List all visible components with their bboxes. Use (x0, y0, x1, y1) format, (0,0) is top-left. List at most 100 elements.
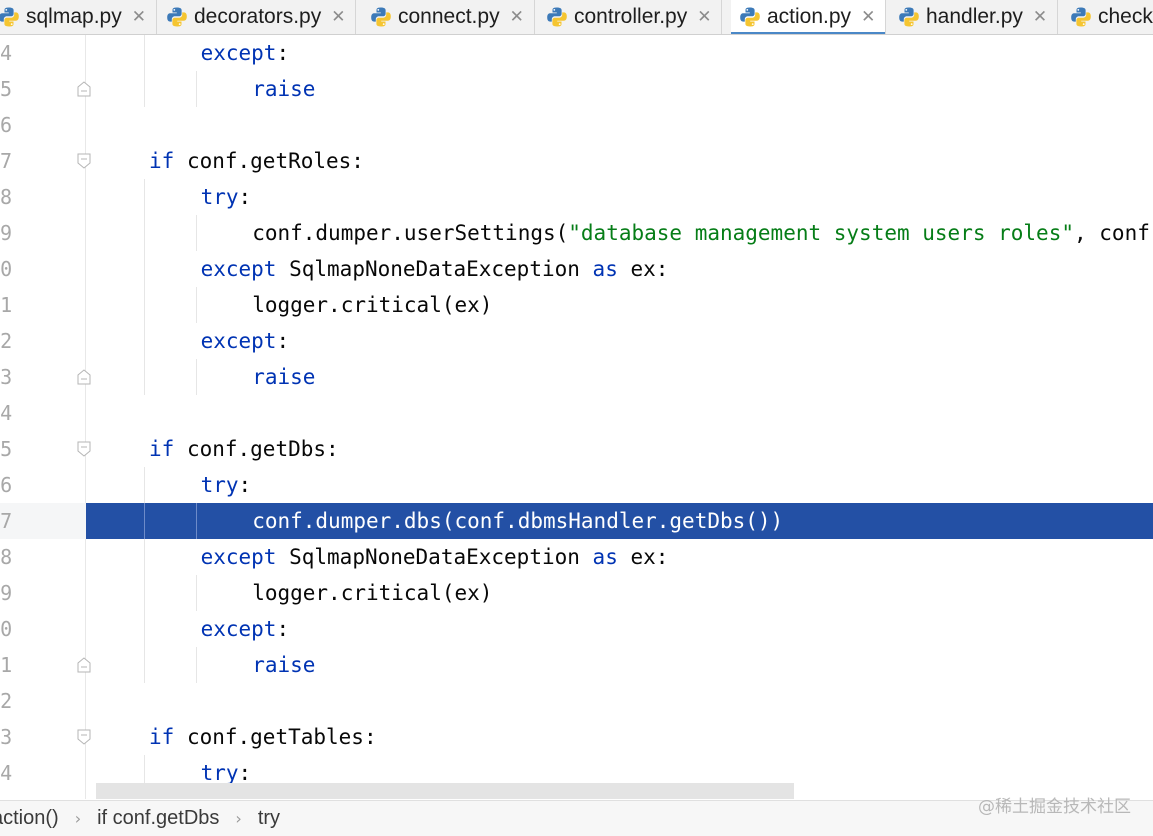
code-text: raise (252, 647, 315, 683)
code-line[interactable]: 105 if conf.getDbs: (0, 431, 1153, 467)
watermark: @稀土掘金技术社区 (978, 797, 1131, 817)
line-number: 110 (0, 617, 13, 641)
code-token: logger.critical(ex) (252, 581, 493, 605)
code-text: raise (252, 71, 315, 107)
editor-tab-sqlmap-py[interactable]: sqlmap.py ✕ (0, 0, 157, 34)
editor-tab-handler-py[interactable]: handler.py ✕ (890, 0, 1059, 34)
indent-guide (144, 215, 145, 251)
indent-guide (144, 179, 145, 215)
code-line[interactable]: 101 logger.critical(ex) (0, 287, 1153, 323)
breadcrumb-item[interactable]: action() (0, 807, 59, 830)
code-line[interactable]: 113 if conf.getTables: (0, 719, 1153, 755)
code-token: conf.dumper.dbs(conf.dbmsHandler.getDbs(… (252, 509, 784, 533)
code-text: if conf.getTables: (149, 719, 377, 755)
code-line[interactable]: 110 except: (0, 611, 1153, 647)
tab-label: checks.py (1098, 5, 1153, 28)
line-number: 114 (0, 761, 13, 785)
keyword-token: as (592, 545, 631, 569)
editor-tab-controller-py[interactable]: controller.py ✕ (538, 0, 723, 34)
code-line[interactable]: 97 if conf.getRoles: (0, 143, 1153, 179)
keyword-token: except (200, 41, 277, 65)
code-token: : (238, 761, 252, 785)
code-line[interactable]: 95 raise (0, 71, 1153, 107)
code-token: : (238, 473, 252, 497)
close-icon[interactable]: ✕ (697, 7, 711, 27)
code-line[interactable]: 102 except: (0, 323, 1153, 359)
code-text: try: (201, 179, 252, 215)
close-icon[interactable]: ✕ (510, 7, 524, 27)
string-token: "database management system users roles" (568, 221, 1074, 245)
tab-label: sqlmap.py (26, 5, 122, 28)
code-line-selected[interactable]: 107 conf.dumper.dbs(conf.dbmsHandler.getD… (0, 503, 1153, 539)
line-number: 94 (0, 41, 13, 65)
code-text: raise (252, 359, 315, 395)
line-number: 107 (0, 509, 13, 533)
line-number: 99 (0, 221, 13, 245)
code-text: except SqlmapNoneDataException as ex: (201, 251, 669, 287)
editor-tab-action-py[interactable]: action.py ✕ (731, 0, 887, 34)
code-line[interactable]: 104 (0, 395, 1153, 431)
code-token: , conf.dbmsHandler.getRoles()) (1074, 221, 1153, 245)
indent-guide (195, 71, 197, 107)
keyword-token: raise (252, 653, 316, 677)
fold-end-icon[interactable] (77, 81, 91, 97)
indent-guide (195, 503, 197, 539)
code-line[interactable]: 112 (0, 683, 1153, 719)
keyword-token: try (200, 473, 239, 497)
line-number: 101 (0, 293, 13, 317)
code-line[interactable]: 94 except: (0, 35, 1153, 71)
line-number: 113 (0, 725, 13, 749)
code-line[interactable]: 109 logger.critical(ex) (0, 575, 1153, 611)
python-file-icon (371, 7, 391, 27)
keyword-token: try (200, 185, 239, 209)
horizontal-scrollbar[interactable] (96, 783, 794, 799)
code-line[interactable]: 108 except SqlmapNoneDataException as ex: (0, 539, 1153, 575)
line-number: 104 (0, 401, 13, 425)
code-line[interactable]: 106 try: (0, 467, 1153, 503)
indent-guide (144, 575, 145, 611)
editor-tab-decorators-py[interactable]: decorators.py ✕ (158, 0, 357, 34)
line-number: 98 (0, 185, 13, 209)
code-line[interactable]: 103 raise (0, 359, 1153, 395)
code-editor[interactable]: 94 except: 95 raise 96 97 if conf.getRoles: 98 t… (0, 35, 1153, 799)
code-token: : (238, 185, 252, 209)
indent-guide (144, 287, 145, 323)
indent-guide (144, 359, 145, 395)
fold-start-icon[interactable] (77, 153, 91, 169)
keyword-token: raise (252, 77, 316, 101)
indent-guide (195, 359, 197, 395)
python-file-icon (0, 7, 19, 27)
breadcrumb-item[interactable]: if conf.getDbs (97, 807, 219, 830)
close-icon[interactable]: ✕ (861, 7, 875, 27)
code-text: logger.critical(ex) (252, 575, 492, 611)
code-line[interactable]: 99 conf.dumper.userSettings("database man… (0, 215, 1153, 251)
chevron-right-icon: › (74, 809, 82, 828)
code-token: : (276, 329, 290, 353)
python-file-icon (1071, 7, 1091, 27)
code-text: if conf.getDbs: (149, 431, 339, 467)
code-line[interactable]: 111 raise (0, 647, 1153, 683)
code-line[interactable]: 100 except SqlmapNoneDataException as ex: (0, 251, 1153, 287)
breadcrumb-item[interactable]: try (258, 807, 280, 830)
indent-guide (195, 287, 197, 323)
line-number: 111 (0, 653, 13, 677)
code-line[interactable]: 98 try: (0, 179, 1153, 215)
code-line[interactable]: 96 (0, 107, 1153, 143)
fold-start-icon[interactable] (77, 441, 91, 457)
fold-end-icon[interactable] (77, 369, 91, 385)
editor-tab-checks-py[interactable]: checks.py (1062, 0, 1153, 34)
fold-start-icon[interactable] (77, 729, 91, 745)
code-token: conf.getTables: (186, 725, 377, 749)
keyword-token: except (200, 545, 290, 569)
keyword-token: except (200, 257, 290, 281)
line-number: 95 (0, 77, 13, 101)
close-icon[interactable]: ✕ (331, 7, 345, 27)
editor-tab-connect-py[interactable]: connect.py ✕ (362, 0, 535, 34)
close-icon[interactable]: ✕ (1033, 7, 1047, 27)
keyword-token: if (149, 437, 187, 461)
line-number: 97 (0, 149, 13, 173)
indent-guide (144, 503, 145, 539)
close-icon[interactable]: ✕ (132, 7, 146, 27)
fold-end-icon[interactable] (77, 657, 91, 673)
code-token: conf.getDbs: (186, 437, 339, 461)
